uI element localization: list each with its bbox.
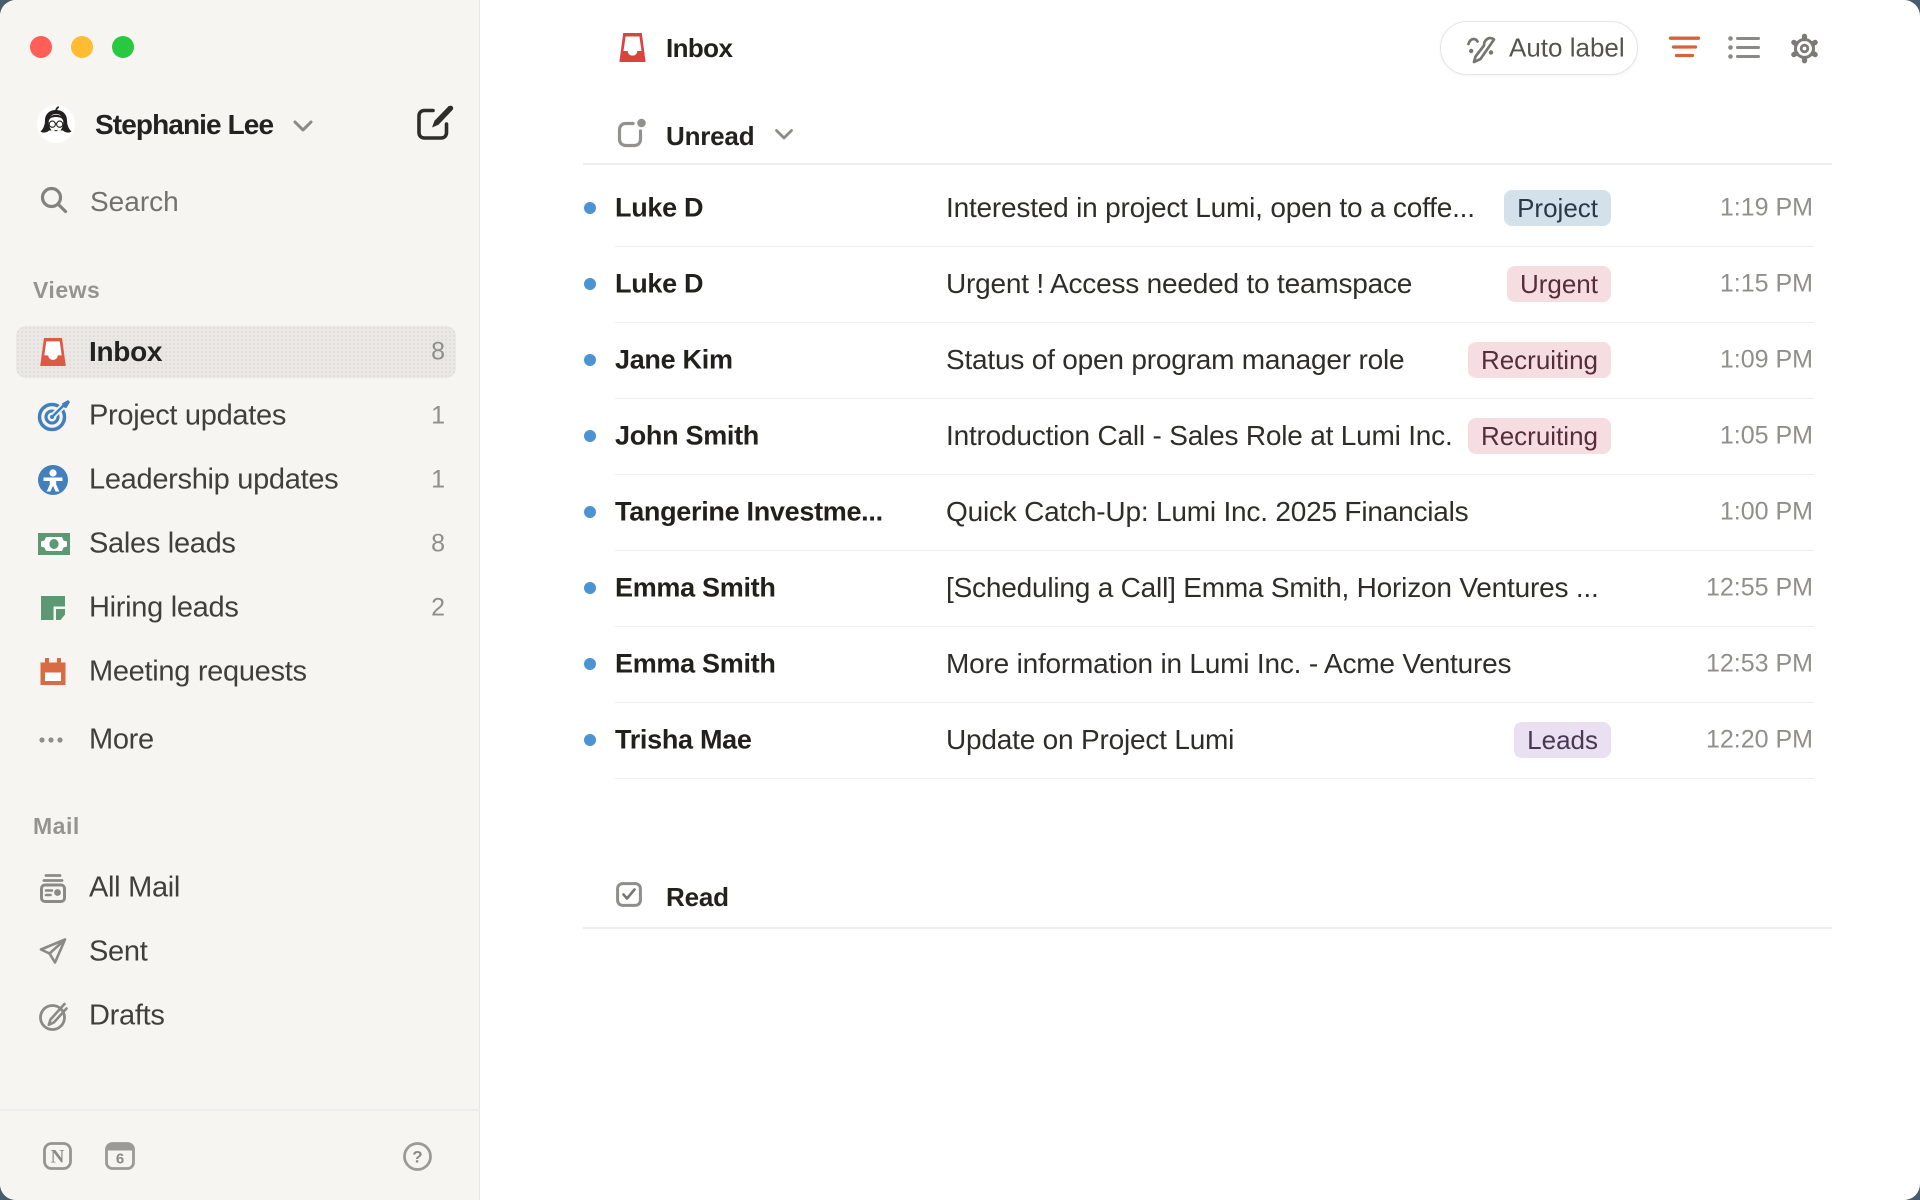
svg-text:?: ? [412, 1148, 422, 1167]
svg-text:N: N [51, 1147, 65, 1168]
svg-text:6: 6 [116, 1151, 124, 1168]
